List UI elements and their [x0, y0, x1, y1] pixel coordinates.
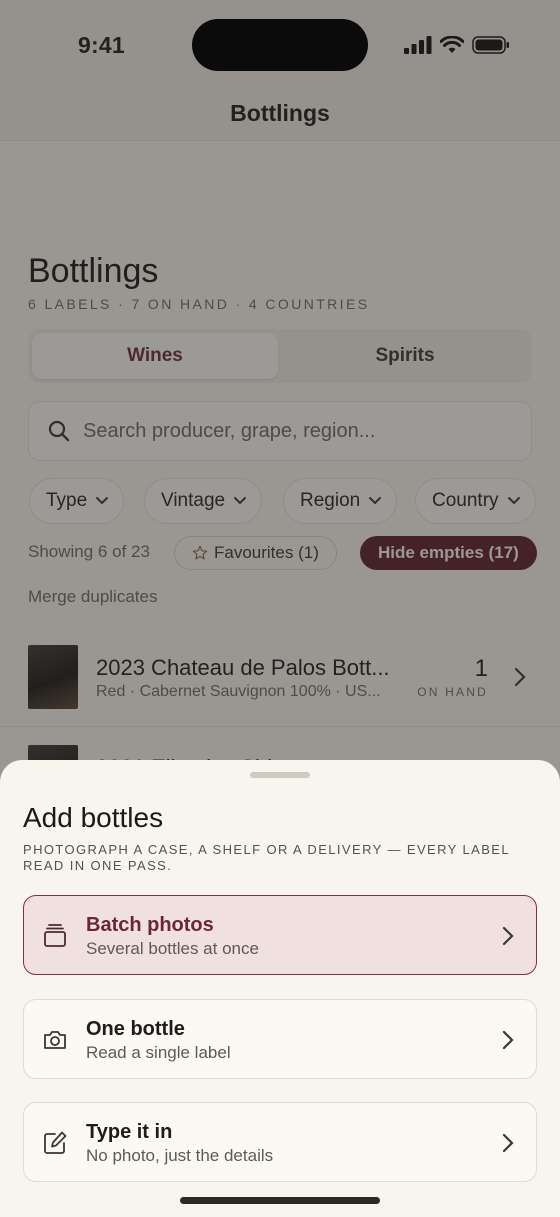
batch-photos-option[interactable]: Batch photos Several bottles at once — [23, 895, 537, 975]
option-title: Type it in — [86, 1121, 173, 1143]
option-subtitle: Read a single label — [86, 1043, 231, 1062]
camera-icon — [44, 1031, 66, 1049]
option-subtitle: Several bottles at once — [86, 939, 259, 958]
add-bottles-sheet: Add bottles PHOTOGRAPH A CASE, A SHELF O… — [0, 760, 560, 1217]
chevron-right-icon — [502, 926, 514, 946]
one-bottle-option[interactable]: One bottle Read a single label — [23, 999, 537, 1079]
option-title: One bottle — [86, 1018, 185, 1040]
edit-icon — [44, 1131, 67, 1154]
home-indicator[interactable] — [180, 1197, 380, 1204]
option-subtitle: No photo, just the details — [86, 1146, 274, 1165]
option-title: Batch photos — [86, 914, 214, 936]
sheet-grabber[interactable] — [250, 772, 310, 778]
sheet-title: Add bottles — [23, 802, 164, 833]
type-it-in-option[interactable]: Type it in No photo, just the details — [23, 1102, 537, 1182]
stack-icon — [44, 924, 66, 947]
sheet-subtitle: PHOTOGRAPH A CASE, A SHELF OR A DELIVERY… — [23, 842, 510, 873]
chevron-right-icon — [502, 1030, 514, 1050]
dynamic-island — [192, 19, 368, 71]
chevron-right-icon — [502, 1133, 514, 1153]
